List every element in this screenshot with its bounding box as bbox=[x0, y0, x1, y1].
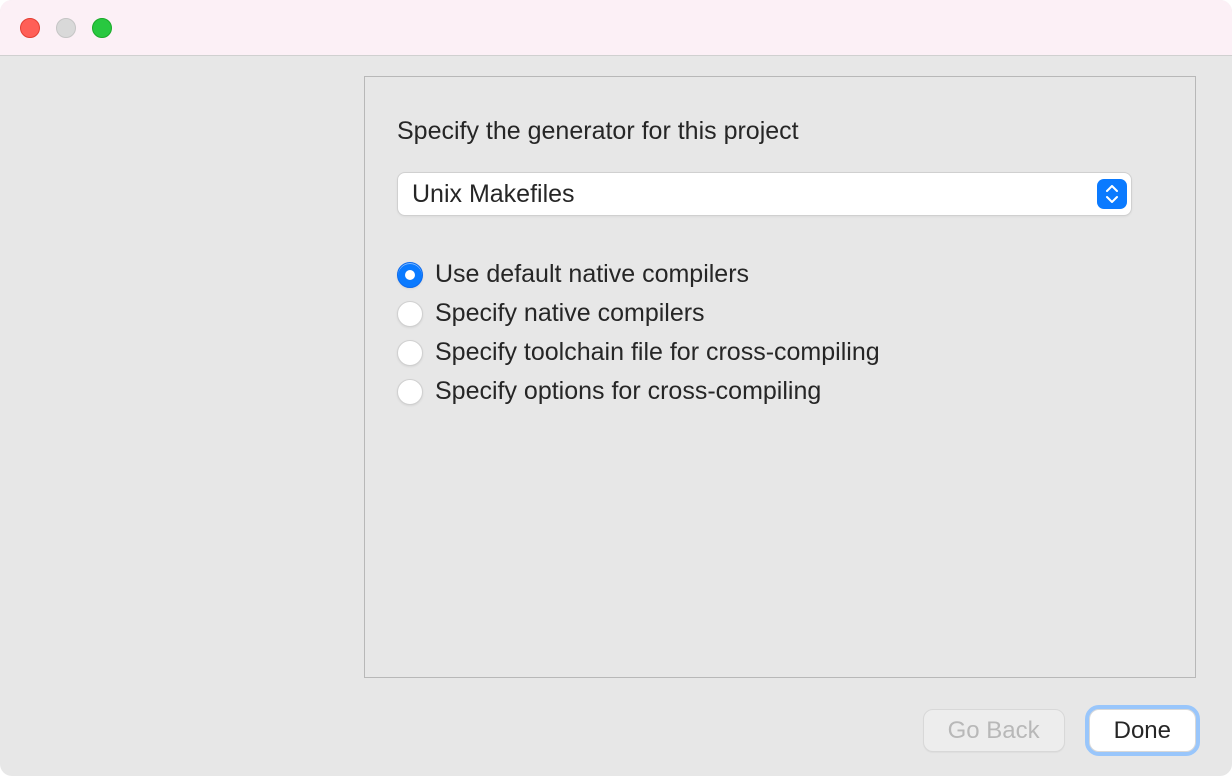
zoom-window-button[interactable] bbox=[92, 18, 112, 38]
panel-title: Specify the generator for this project bbox=[397, 117, 1163, 146]
main-panel-wrapper: Specify the generator for this project U… bbox=[36, 76, 1196, 691]
radio-default-native-compilers[interactable]: Use default native compilers bbox=[397, 260, 1163, 289]
traffic-lights bbox=[20, 18, 112, 38]
content-area: Specify the generator for this project U… bbox=[0, 56, 1232, 776]
radio-specify-native-compilers[interactable]: Specify native compilers bbox=[397, 299, 1163, 328]
close-window-button[interactable] bbox=[20, 18, 40, 38]
radio-button-icon bbox=[397, 379, 423, 405]
generator-dropdown[interactable]: Unix Makefiles bbox=[397, 172, 1132, 216]
chevron-updown-icon bbox=[1097, 179, 1127, 209]
titlebar bbox=[0, 0, 1232, 56]
radio-specify-cross-compiling-options[interactable]: Specify options for cross-compiling bbox=[397, 377, 1163, 406]
radio-button-icon bbox=[397, 262, 423, 288]
done-button[interactable]: Done bbox=[1089, 709, 1196, 752]
compiler-radio-group: Use default native compilers Specify nat… bbox=[397, 260, 1163, 406]
radio-label: Specify options for cross-compiling bbox=[435, 377, 821, 406]
minimize-window-button[interactable] bbox=[56, 18, 76, 38]
radio-button-icon bbox=[397, 340, 423, 366]
radio-label: Use default native compilers bbox=[435, 260, 749, 289]
generator-panel: Specify the generator for this project U… bbox=[364, 76, 1196, 678]
go-back-button: Go Back bbox=[923, 709, 1065, 752]
button-row: Go Back Done bbox=[36, 709, 1196, 752]
dropdown-selected-text: Unix Makefiles bbox=[412, 180, 575, 209]
radio-button-icon bbox=[397, 301, 423, 327]
radio-label: Specify toolchain file for cross-compili… bbox=[435, 338, 880, 367]
radio-label: Specify native compilers bbox=[435, 299, 705, 328]
radio-specify-toolchain-file[interactable]: Specify toolchain file for cross-compili… bbox=[397, 338, 1163, 367]
dialog-window: Specify the generator for this project U… bbox=[0, 0, 1232, 776]
